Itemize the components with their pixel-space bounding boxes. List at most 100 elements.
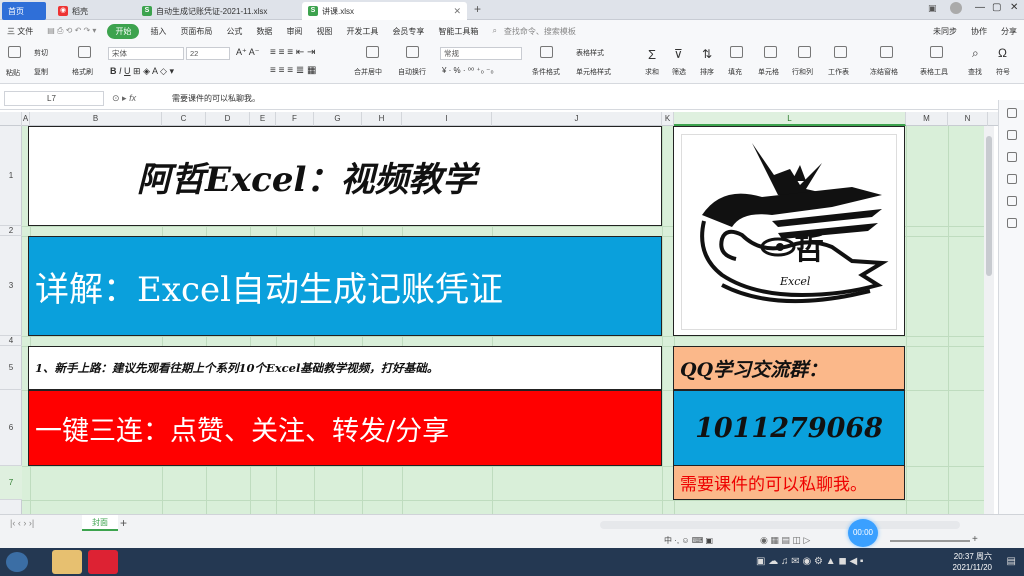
paste-icon[interactable]: [8, 46, 21, 58]
cell-button[interactable]: 单元格: [758, 67, 779, 77]
menu-data[interactable]: 数据: [249, 26, 279, 37]
command-search[interactable]: 查找命令、搜索模板: [504, 26, 583, 37]
horizontal-scrollbar[interactable]: [600, 521, 960, 529]
align-top-icons[interactable]: ≡ ≡ ≡ ⇤ ⇥: [270, 47, 315, 58]
wrap-button[interactable]: 自动换行: [398, 67, 426, 77]
font-size-select[interactable]: 22: [186, 47, 230, 60]
col-header-a[interactable]: A: [22, 112, 30, 126]
merge-button[interactable]: 合并居中: [354, 67, 382, 77]
conditional-format-icon[interactable]: [540, 46, 553, 58]
menu-developer[interactable]: 开发工具: [339, 26, 385, 37]
col-header-n[interactable]: N: [948, 112, 988, 126]
tab-file-1[interactable]: S 自动生成记账凭证-2021-11.xlsx: [136, 2, 296, 20]
tab-file-2[interactable]: S 讲课.xlsx ✕: [302, 2, 467, 20]
col-header-g[interactable]: G: [314, 112, 362, 126]
col-header-b[interactable]: B: [30, 112, 162, 126]
freeze-button[interactable]: 冻结窗格: [870, 67, 898, 77]
settings-icon[interactable]: [1007, 130, 1017, 140]
cell-icon[interactable]: [764, 46, 777, 58]
maximize-icon[interactable]: ▢: [992, 2, 1001, 13]
freeze-icon[interactable]: [880, 46, 893, 58]
row-header-5[interactable]: 5: [0, 346, 22, 390]
number-format-select[interactable]: 常规: [440, 47, 522, 60]
filter-icon[interactable]: ⊽: [674, 47, 683, 61]
row-header-1[interactable]: 1: [0, 126, 22, 226]
worksheet-button[interactable]: 工作表: [828, 67, 849, 77]
pointer-icon[interactable]: [1007, 108, 1017, 118]
row-header-7[interactable]: 7: [0, 466, 22, 500]
col-header-l[interactable]: L: [674, 112, 906, 126]
close-tab-icon[interactable]: ✕: [453, 6, 461, 17]
file-explorer-icon[interactable]: [52, 550, 82, 574]
sort-icon[interactable]: ⇅: [702, 47, 712, 61]
formula-input[interactable]: 需要课件的可以私聊我。: [172, 93, 260, 104]
zoom-slider[interactable]: [890, 540, 970, 542]
tab-home[interactable]: 首页: [2, 2, 46, 20]
row-header-3[interactable]: 3: [0, 236, 22, 336]
sync-status[interactable]: 未同步: [926, 26, 964, 37]
add-sheet-icon[interactable]: +: [120, 516, 127, 530]
filter-button[interactable]: 筛选: [672, 67, 686, 77]
title-cell[interactable]: 阿哲Excel：视频教学: [28, 126, 662, 226]
zoom-in-icon[interactable]: +: [972, 534, 978, 545]
tab-docer[interactable]: ◉ 稻壳: [52, 2, 132, 20]
tray-icons[interactable]: ▣ ☁ ♫ ✉ ◉ ⚙ ▲ ◼ ◀ ▪: [756, 556, 863, 567]
format-painter-icon[interactable]: [78, 46, 91, 58]
logo-cell[interactable]: 哲 Excel: [673, 126, 905, 336]
menu-review[interactable]: 审阅: [279, 26, 309, 37]
sheet-tab-cover[interactable]: 封面: [82, 515, 118, 531]
subtitle-cell[interactable]: 详解：Excel自动生成记账凭证: [28, 236, 662, 336]
table-tools-button[interactable]: 表格工具: [920, 67, 948, 77]
menu-member[interactable]: 会员专享: [385, 26, 431, 37]
start-button-icon[interactable]: [6, 552, 28, 572]
font-select[interactable]: 宋体: [108, 47, 184, 60]
qq-number-cell[interactable]: 1011279068: [673, 390, 905, 466]
col-header-i[interactable]: I: [402, 112, 492, 126]
conditional-format-button[interactable]: 条件格式: [532, 67, 560, 77]
input-method-icons[interactable]: 中 ·, ☺ ⌨ ▣: [664, 535, 713, 546]
find-button[interactable]: 查找: [968, 67, 982, 77]
quick-access-icons[interactable]: ▤ ⎙ ⟲ ↶ ↷ ▾: [40, 26, 103, 36]
vertical-scrollbar[interactable]: [984, 126, 994, 514]
minimize-icon[interactable]: —: [975, 2, 985, 13]
name-box[interactable]: L7: [4, 91, 104, 106]
row-header-2[interactable]: 2: [0, 226, 22, 236]
table-tools-icon[interactable]: [930, 46, 943, 58]
format-painter-button[interactable]: 格式刷: [72, 67, 93, 77]
cut-button[interactable]: 剪切: [34, 48, 48, 58]
menu-formulas[interactable]: 公式: [219, 26, 249, 37]
window-count-icon[interactable]: ▣: [928, 3, 937, 14]
recording-timer-badge[interactable]: 00:00: [848, 519, 878, 547]
note-cell[interactable]: 1、新手上路：建议先观看往期上个系列10个Excel基础教学视频，打好基础。: [28, 346, 662, 390]
menu-file[interactable]: 三 文件: [0, 26, 40, 37]
cell-style-button[interactable]: 单元格样式: [576, 67, 611, 77]
private-message-cell[interactable]: 需要课件的可以私聊我。: [673, 466, 905, 500]
menu-home[interactable]: 开始: [107, 23, 140, 39]
paste-button[interactable]: 粘贴: [6, 68, 20, 78]
notification-icon[interactable]: ▤: [1007, 556, 1016, 567]
font-size-adjust-icon[interactable]: A⁺ A⁻: [236, 47, 260, 58]
symbol-icon[interactable]: Ω: [998, 46, 1007, 60]
style-icon[interactable]: [1007, 174, 1017, 184]
col-header-e[interactable]: E: [250, 112, 276, 126]
wps-icon[interactable]: [88, 550, 118, 574]
merge-icon[interactable]: [366, 46, 379, 58]
qq-label-cell[interactable]: QQ学习交流群：: [673, 346, 905, 390]
align-horizontal-icons[interactable]: ≡ ≡ ≡ ≣ ▦: [270, 65, 316, 76]
backup-icon[interactable]: [1007, 218, 1017, 228]
table-style-button[interactable]: 表格样式: [576, 48, 604, 58]
col-header-d[interactable]: D: [206, 112, 250, 126]
row-col-button[interactable]: 行和列: [792, 67, 813, 77]
share-button[interactable]: 分享: [994, 26, 1024, 37]
row-header-4[interactable]: 4: [0, 336, 22, 346]
avatar[interactable]: [950, 2, 962, 14]
find-icon[interactable]: ⌕: [972, 46, 979, 61]
worksheet-icon[interactable]: [834, 46, 847, 58]
font-style-icons[interactable]: B I U ⊞ ◈ A ◇ ▾: [110, 66, 174, 77]
close-window-icon[interactable]: ✕: [1010, 2, 1018, 13]
col-header-j[interactable]: J: [492, 112, 662, 126]
view-mode-icons[interactable]: ◉ ▦ ▤ ◫ ▷: [760, 535, 810, 546]
menu-insert[interactable]: 插入: [143, 26, 173, 37]
col-header-k[interactable]: K: [662, 112, 674, 126]
red-banner-cell[interactable]: 一键三连：点赞、关注、转发/分享: [28, 390, 662, 466]
